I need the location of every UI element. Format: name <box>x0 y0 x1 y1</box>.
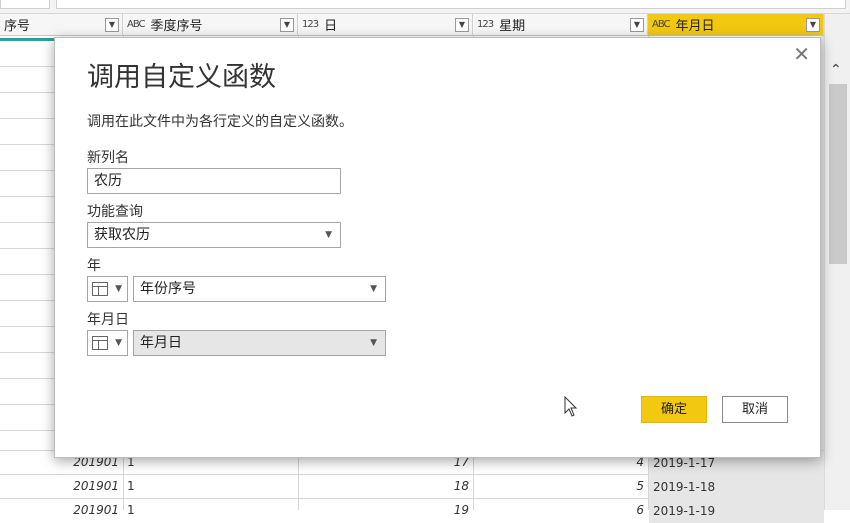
text-type-icon[interactable]: ABC <box>652 19 670 30</box>
date-select[interactable]: 年月日 ▼ <box>133 330 386 356</box>
table-cell[interactable]: 201901 <box>0 474 119 498</box>
row-divider <box>0 196 55 197</box>
chevron-down-icon: ▼ <box>325 230 332 240</box>
function-query-select[interactable]: 获取农历 ▼ <box>87 222 341 248</box>
number-type-icon[interactable]: 123 <box>302 19 319 30</box>
date-label: 年月日 <box>87 312 129 328</box>
table-cell[interactable]: 18 <box>298 474 469 498</box>
row-divider <box>0 222 55 223</box>
row-divider <box>0 66 55 67</box>
dialog-title: 调用自定义函数 <box>87 62 276 93</box>
column-header-day[interactable]: 123 日 ▼ <box>298 14 473 36</box>
row-divider <box>0 170 55 171</box>
table-cell[interactable]: 5 <box>473 474 644 498</box>
chevron-down-icon[interactable]: ▼ <box>455 17 469 32</box>
vertical-scrollbar[interactable]: ⌃ <box>824 14 850 510</box>
row-divider <box>0 144 55 145</box>
chevron-down-icon[interactable]: ▼ <box>806 17 820 32</box>
table-cell[interactable]: 6 <box>473 498 644 522</box>
row-divider <box>0 378 55 379</box>
chevron-down-icon[interactable]: ▼ <box>280 17 294 32</box>
column-header-label: 星期 <box>499 19 526 34</box>
chevron-down-icon: ▼ <box>115 284 122 294</box>
column-header-date[interactable]: ABC 年月日 ▼ <box>648 14 824 36</box>
year-type-button[interactable]: ▼ <box>87 276 128 302</box>
table-cell[interactable]: 2019-1-18 <box>649 475 824 499</box>
close-icon[interactable]: ✕ <box>793 42 810 66</box>
table-column-icon <box>92 336 108 350</box>
row-divider <box>0 248 55 249</box>
column-header-weekday[interactable]: 123 星期 ▼ <box>473 14 648 36</box>
year-value: 年份序号 <box>140 281 196 297</box>
table-cell[interactable]: 201901 <box>0 498 119 522</box>
date-value: 年月日 <box>140 335 182 351</box>
chevron-down-icon: ▼ <box>115 338 122 348</box>
scroll-up-icon[interactable]: ⌃ <box>830 62 842 78</box>
table-cell[interactable]: 2019-1-19 <box>649 499 824 523</box>
row-divider <box>0 326 55 327</box>
row-divider <box>0 404 55 405</box>
chevron-down-icon: ▼ <box>370 338 377 348</box>
row-divider <box>0 352 55 353</box>
row-divider <box>0 430 55 431</box>
formula-input[interactable] <box>56 0 846 9</box>
new-column-input[interactable]: 农历 <box>87 168 341 194</box>
chevron-down-icon: ▼ <box>370 284 377 294</box>
table-column-icon <box>92 282 108 296</box>
new-column-label: 新列名 <box>87 150 129 166</box>
table-cell[interactable]: 1 <box>127 498 297 522</box>
date-type-button[interactable]: ▼ <box>87 330 128 356</box>
dialog-description: 调用在此文件中为各行定义的自定义函数。 <box>87 114 353 130</box>
invoke-custom-function-dialog: ✕ 调用自定义函数 调用在此文件中为各行定义的自定义函数。 新列名 农历 功能查… <box>54 37 821 458</box>
year-select[interactable]: 年份序号 ▼ <box>133 276 386 302</box>
scrollbar-thumb[interactable] <box>829 84 847 264</box>
function-query-value: 获取农历 <box>94 227 150 243</box>
number-type-icon[interactable]: 123 <box>477 19 494 30</box>
ok-button[interactable]: 确定 <box>641 396 707 423</box>
column-header-label: 日 <box>324 19 338 34</box>
name-box[interactable] <box>0 0 50 9</box>
table-cell[interactable]: 1 <box>127 474 297 498</box>
year-label: 年 <box>87 258 101 274</box>
column-header-seq[interactable]: 序号 ▼ <box>0 14 123 36</box>
table-cell[interactable]: 19 <box>298 498 469 522</box>
row-divider <box>0 300 55 301</box>
formula-bar-strip <box>0 0 850 14</box>
column-header-label: 季度序号 <box>150 19 203 34</box>
selection-indicator <box>0 38 55 41</box>
row-divider <box>0 92 55 93</box>
column-header-label: 年月日 <box>675 19 715 34</box>
chevron-down-icon[interactable]: ▼ <box>105 17 119 32</box>
row-divider <box>0 118 55 119</box>
chevron-down-icon[interactable]: ▼ <box>630 17 644 32</box>
cancel-button[interactable]: 取消 <box>722 396 788 423</box>
mouse-cursor-icon <box>564 396 578 417</box>
function-query-label: 功能查询 <box>87 204 143 220</box>
column-header-label: 序号 <box>4 19 31 34</box>
text-type-icon[interactable]: ABC <box>127 19 145 30</box>
column-header-quarter-seq[interactable]: ABC 季度序号 ▼ <box>123 14 298 36</box>
row-divider <box>0 274 55 275</box>
